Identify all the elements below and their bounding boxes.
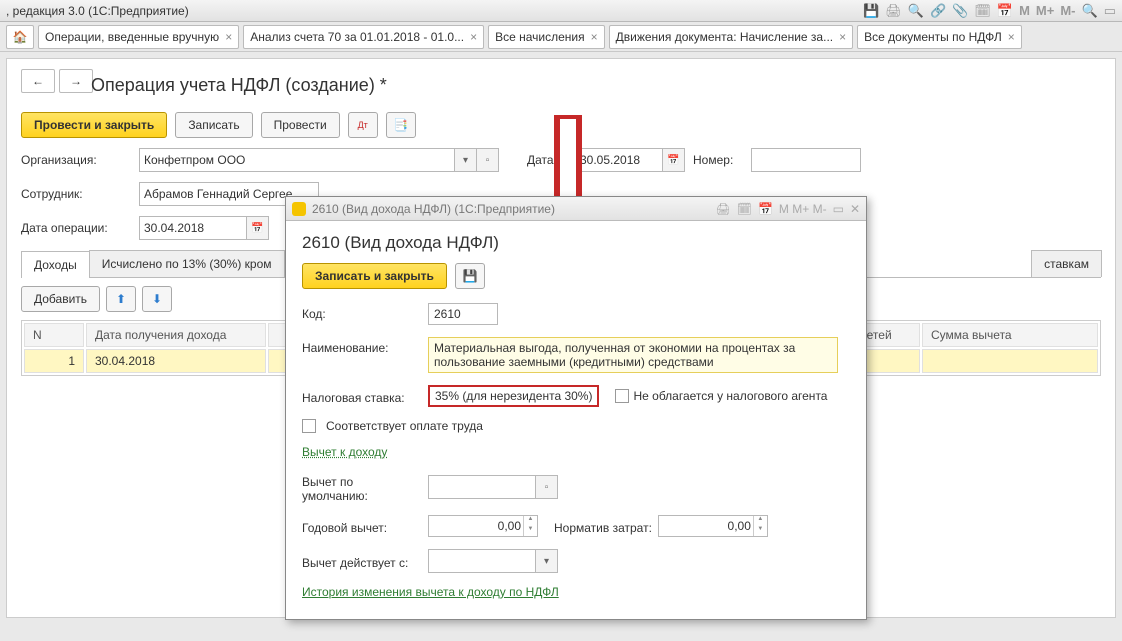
- salary-label: Соответствует оплате труда: [326, 419, 483, 433]
- nav-back[interactable]: ←: [21, 69, 55, 93]
- clip-icon[interactable]: 📎: [952, 0, 968, 22]
- date-label: Дата:: [527, 153, 567, 167]
- dtkt-icon[interactable]: Дт: [348, 112, 378, 138]
- subtab-income[interactable]: Доходы: [21, 251, 90, 278]
- year-ded-label: Годовой вычет:: [302, 517, 422, 535]
- page-title: Операция учета НДФЛ (создание) *: [91, 75, 387, 96]
- dialog-window-title: 2610 (Вид дохода НДФЛ) (1С:Предприятие): [312, 202, 555, 216]
- rate-input[interactable]: 35% (для нерезидента 30%): [428, 385, 599, 407]
- open-icon[interactable]: ▫: [477, 148, 499, 172]
- rate-label: Налоговая ставка:: [302, 387, 422, 405]
- add-button[interactable]: Добавить: [21, 286, 100, 312]
- norm-label: Норматив затрат:: [554, 517, 652, 535]
- calendar-icon[interactable]: 📅: [758, 202, 773, 216]
- from-input[interactable]: [428, 549, 536, 573]
- home-button[interactable]: 🏠: [6, 25, 34, 49]
- code-label: Код:: [302, 303, 422, 321]
- calendar-icon[interactable]: 📅: [247, 216, 269, 240]
- save-icon[interactable]: 💾: [863, 0, 879, 22]
- print-icon[interactable]: 🖨: [885, 0, 902, 22]
- name-label: Наименование:: [302, 337, 422, 355]
- close-icon[interactable]: ×: [1008, 30, 1015, 44]
- move-up-icon[interactable]: ⬆: [106, 286, 136, 312]
- open-icon[interactable]: ▫: [536, 475, 558, 499]
- salary-checkbox[interactable]: [302, 419, 316, 433]
- dialog-title: 2610 (Вид дохода НДФЛ): [302, 233, 850, 253]
- post-close-button[interactable]: Провести и закрыть: [21, 112, 167, 138]
- tab-analysis[interactable]: Анализ счета 70 за 01.01.2018 - 01.0...×: [243, 25, 484, 49]
- move-down-icon[interactable]: ⬇: [142, 286, 172, 312]
- org-label: Организация:: [21, 153, 131, 167]
- tab-operations[interactable]: Операции, введенные вручную×: [38, 25, 239, 49]
- org-input[interactable]: Конфетпром ООО: [139, 148, 455, 172]
- num-label: Номер:: [693, 153, 743, 167]
- history-link[interactable]: История изменения вычета к доходу по НДФ…: [302, 585, 559, 599]
- m-icon[interactable]: M M+ M-: [779, 202, 827, 216]
- main-tabs: 🏠 Операции, введенные вручную× Анализ сч…: [0, 22, 1122, 52]
- dropdown-icon[interactable]: ▾: [455, 148, 477, 172]
- col-deduction: Сумма вычета: [922, 323, 1098, 347]
- col-n: N: [24, 323, 84, 347]
- tab-movements[interactable]: Движения документа: Начисление за...×: [609, 25, 854, 49]
- m-minus-btn[interactable]: M-: [1060, 0, 1075, 22]
- app-titlebar: , редакция 3.0 (1С:Предприятие) 💾 🖨 🔍 🔗 …: [0, 0, 1122, 22]
- from-label: Вычет действует с:: [302, 552, 422, 570]
- dropdown-icon[interactable]: ▾: [536, 549, 558, 573]
- year-ded-input[interactable]: 0,00▲▼: [428, 515, 538, 537]
- calendar-icon[interactable]: 📅: [663, 148, 685, 172]
- dialog-titlebar: 2610 (Вид дохода НДФЛ) (1С:Предприятие) …: [286, 197, 866, 221]
- save-close-button[interactable]: Записать и закрыть: [302, 263, 447, 289]
- m-plus-btn[interactable]: M+: [1036, 0, 1054, 22]
- app-title: , редакция 3.0 (1С:Предприятие): [6, 0, 189, 22]
- window-icon[interactable]: ▭: [1104, 0, 1116, 22]
- subtab-calc13[interactable]: Исчислено по 13% (30%) кром: [89, 250, 285, 277]
- close-icon[interactable]: ✕: [850, 202, 860, 216]
- close-icon[interactable]: ×: [591, 30, 598, 44]
- default-ded-label: Вычет по умолчанию:: [302, 471, 422, 503]
- opdate-input[interactable]: 30.04.2018: [139, 216, 247, 240]
- close-icon[interactable]: ×: [839, 30, 846, 44]
- nav-fwd[interactable]: →: [59, 69, 93, 93]
- deduction-link[interactable]: Вычет к доходу: [302, 445, 387, 459]
- link-icon[interactable]: 🔗: [930, 0, 946, 22]
- close-icon[interactable]: ×: [225, 30, 232, 44]
- tab-charges[interactable]: Все начисления×: [488, 25, 605, 49]
- calc-icon[interactable]: 🗓: [974, 0, 991, 22]
- zoom-icon[interactable]: 🔍: [1082, 0, 1098, 22]
- emp-label: Сотрудник:: [21, 187, 131, 201]
- app-icon: [292, 202, 306, 216]
- date-input[interactable]: 30.05.2018: [575, 148, 663, 172]
- income-type-dialog: 2610 (Вид дохода НДФЛ) (1С:Предприятие) …: [285, 196, 867, 620]
- search-icon[interactable]: 🔍: [908, 0, 924, 22]
- structure-icon[interactable]: 📑: [386, 112, 416, 138]
- norm-input[interactable]: 0,00▲▼: [658, 515, 768, 537]
- page-toolbar: Провести и закрыть Записать Провести Дт …: [21, 112, 1101, 138]
- close-icon[interactable]: ×: [470, 30, 477, 44]
- name-input[interactable]: Материальная выгода, полученная от эконо…: [428, 337, 838, 373]
- num-input[interactable]: [751, 148, 861, 172]
- default-ded-input[interactable]: [428, 475, 536, 499]
- print-icon[interactable]: 🖨: [716, 202, 731, 216]
- post-button[interactable]: Провести: [261, 112, 340, 138]
- notax-checkbox[interactable]: [615, 389, 629, 403]
- calc-icon[interactable]: 🗓: [737, 202, 752, 216]
- opdate-label: Дата операции:: [21, 221, 131, 235]
- save-icon[interactable]: 💾: [455, 263, 485, 289]
- titlebar-icons: 💾 🖨 🔍 🔗 📎 🗓 📅 M M+ M- 🔍 ▭: [863, 0, 1116, 22]
- notax-label: Не облагается у налогового агента: [633, 389, 827, 403]
- subtab-rates[interactable]: ставкам: [1031, 250, 1102, 277]
- m-btn[interactable]: M: [1019, 0, 1030, 22]
- calendar-icon[interactable]: 📅: [997, 0, 1013, 22]
- code-input[interactable]: 2610: [428, 303, 498, 325]
- tab-ndfl-docs[interactable]: Все документы по НДФЛ×: [857, 25, 1022, 49]
- write-button[interactable]: Записать: [175, 112, 252, 138]
- restore-icon[interactable]: ▭: [833, 202, 844, 216]
- col-date: Дата получения дохода: [86, 323, 266, 347]
